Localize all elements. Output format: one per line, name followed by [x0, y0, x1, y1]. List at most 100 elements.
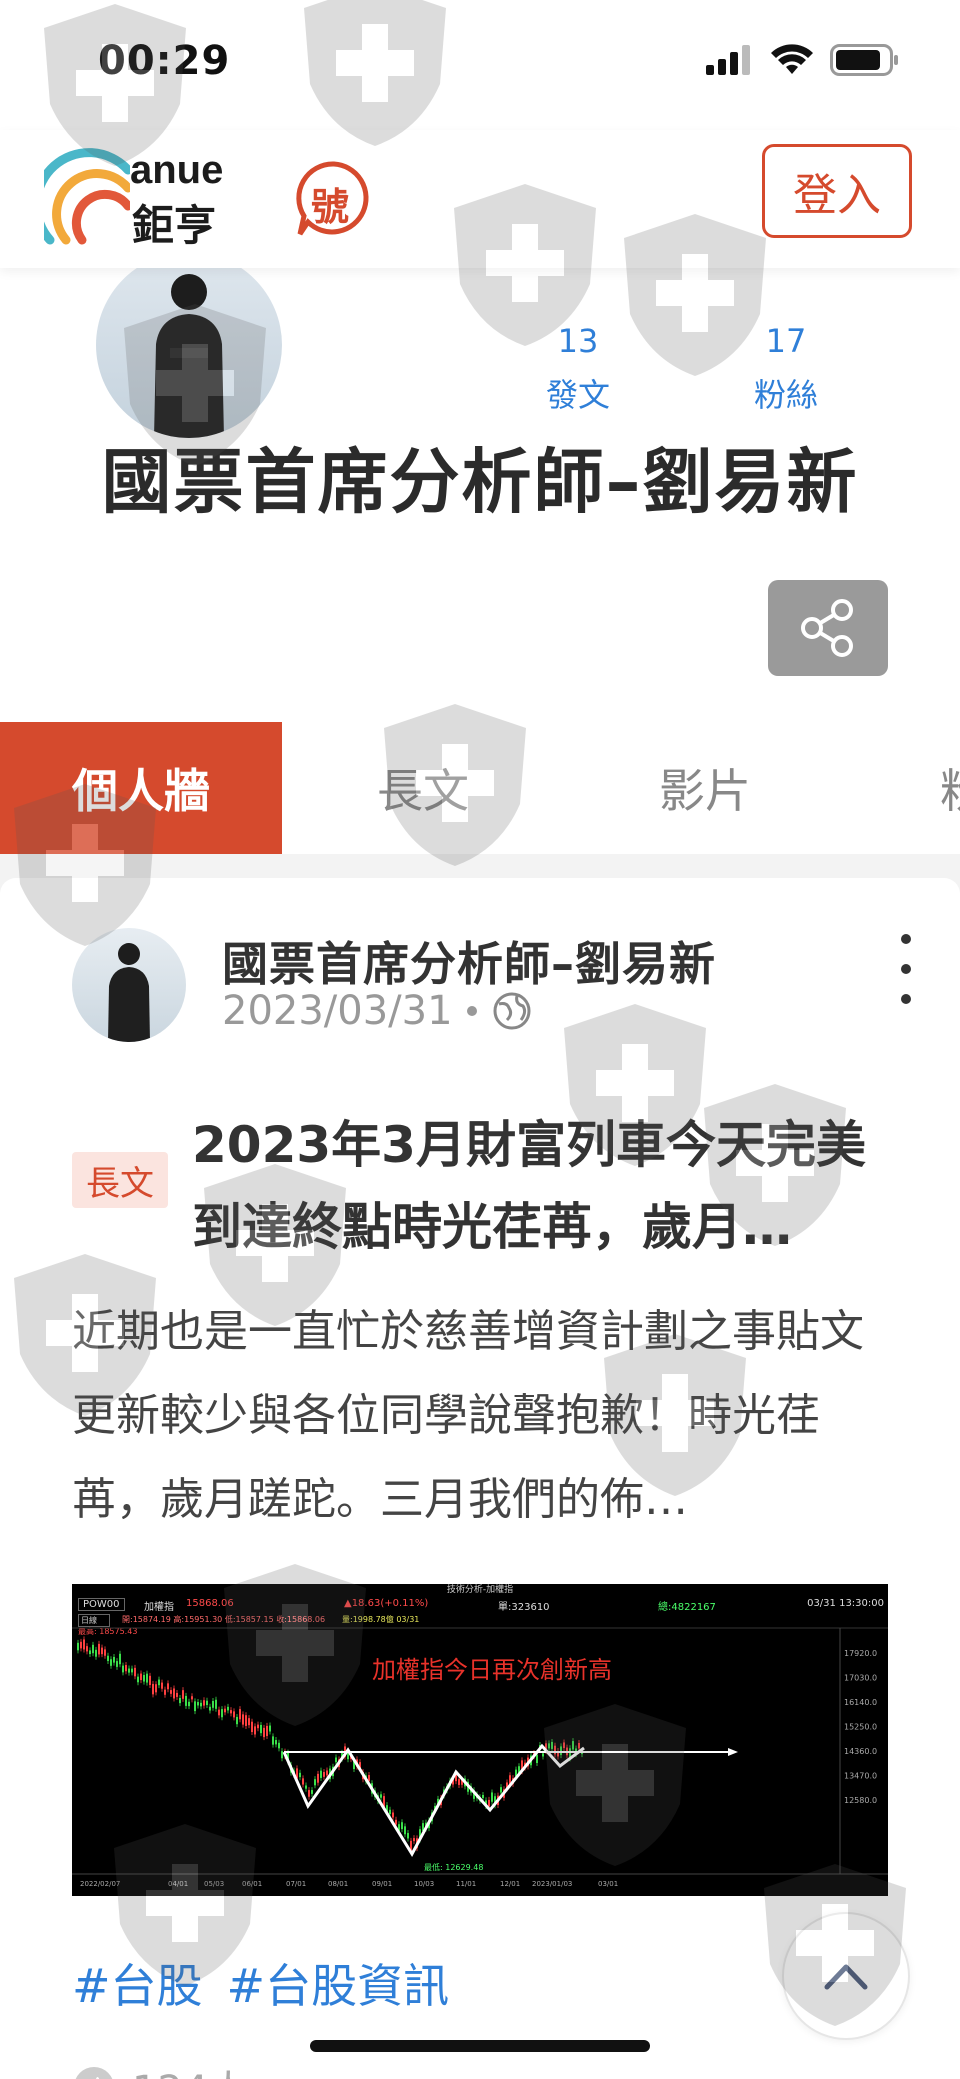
share-button[interactable]	[768, 580, 888, 676]
candle-body	[167, 1683, 169, 1690]
candle-body	[98, 1643, 100, 1655]
post-image-chart[interactable]: 技術分析-加權指 POW00 加權指 15868.06 ▲18.63(+0.11…	[72, 1584, 888, 1896]
candle-body	[395, 1819, 397, 1825]
chart-x-tick: 10/03	[414, 1880, 434, 1888]
chart-x-tick: 2022/02/07	[80, 1880, 120, 1888]
candle-body	[134, 1667, 136, 1677]
candle-body	[248, 1718, 250, 1726]
candle-body	[278, 1742, 280, 1749]
chart-x-tick: 05/03	[204, 1880, 224, 1888]
post-author-avatar[interactable]	[72, 928, 186, 1042]
candle-body	[560, 1746, 562, 1756]
chart-plot: 17920.0 17030.0 16140.0 15250.0 14360.0 13470…	[72, 1627, 888, 1888]
chart-x-tick: 08/01	[328, 1880, 348, 1888]
status-icons	[706, 44, 900, 76]
chart-x-tick: 11/01	[456, 1880, 476, 1888]
chart-x-tick: 12/01	[500, 1880, 520, 1888]
candle-body	[299, 1772, 301, 1778]
posts-stat[interactable]: 13 發文	[534, 322, 622, 416]
candle-body	[251, 1721, 253, 1733]
tab-video[interactable]: 影片	[564, 722, 846, 854]
chart-x-tick: 04/01	[168, 1880, 188, 1888]
post-title[interactable]: 2023年3月財富列車今天完美到達終點時光荏苒，歲月…	[192, 1104, 904, 1268]
candle-body	[302, 1778, 304, 1785]
candle-body	[110, 1659, 112, 1666]
profile-avatar[interactable]	[96, 252, 282, 438]
tab-long-article[interactable]: 長文	[282, 722, 564, 854]
fans-stat[interactable]: 17 粉絲	[742, 322, 830, 416]
candle-body	[224, 1708, 226, 1713]
post-author[interactable]: 國票首席分析師–劉易新	[222, 928, 716, 994]
candle-body	[548, 1743, 550, 1749]
candle-body	[152, 1683, 154, 1695]
candle-body	[170, 1690, 172, 1694]
candle-body	[260, 1724, 262, 1734]
candle-body	[227, 1706, 229, 1711]
candle-body	[209, 1706, 211, 1711]
candle-body	[80, 1641, 82, 1649]
share-icon	[801, 599, 853, 657]
candle-body	[200, 1702, 202, 1707]
candle-body	[221, 1709, 223, 1718]
candle-body	[158, 1679, 160, 1686]
candle-body	[263, 1727, 265, 1738]
candle-body	[500, 1787, 502, 1793]
post-card[interactable]: 國票首席分析師–劉易新 2023/03/31 長文 2023年3月財富列車今天完…	[0, 878, 960, 2079]
candle-body	[140, 1673, 142, 1681]
candle-body	[404, 1826, 406, 1835]
posts-label: 發文	[545, 376, 610, 414]
candle-body	[206, 1700, 208, 1706]
hashtag-link[interactable]: #台股資訊	[227, 1950, 450, 2016]
hashtag-link[interactable]: #台股	[72, 1950, 203, 2016]
candle-body	[266, 1725, 268, 1736]
candle-body	[335, 1757, 337, 1763]
chart-x-tick: 07/01	[286, 1880, 306, 1888]
tab-fans[interactable]: 粉	[846, 722, 960, 854]
candle-body	[155, 1684, 157, 1693]
candle-body	[482, 1794, 484, 1798]
candle-body	[326, 1770, 328, 1776]
status-bar: 00:29	[0, 0, 960, 130]
candle-body	[77, 1642, 79, 1651]
post-date: 2023/03/31	[222, 988, 453, 1034]
wifi-icon	[771, 44, 813, 74]
posts-count: 13	[557, 322, 599, 360]
candle-body	[143, 1675, 145, 1682]
battery-icon	[830, 44, 898, 76]
tab-wall[interactable]: 個人牆	[0, 722, 282, 854]
hao-icon[interactable]: 號	[294, 158, 374, 238]
scroll-to-top-button[interactable]	[782, 1912, 910, 2040]
candle-body	[236, 1716, 238, 1725]
candle-body	[203, 1700, 205, 1706]
chart-y-tick: 16140.0	[844, 1698, 877, 1707]
more-vertical-icon[interactable]	[894, 934, 918, 1004]
candle-body	[491, 1792, 493, 1802]
candle-body	[83, 1639, 85, 1650]
candle-body	[239, 1709, 241, 1720]
candle-body	[116, 1661, 118, 1667]
candle-body	[233, 1711, 235, 1718]
chart-low-label: 最低: 12629.48	[424, 1863, 484, 1872]
candle-body	[305, 1785, 307, 1789]
logo-rainbow-icon	[44, 148, 130, 245]
fans-count: 17	[765, 322, 807, 360]
candle-body	[254, 1726, 256, 1735]
candle-body	[113, 1656, 115, 1663]
likes-row[interactable]: 124人	[72, 2058, 248, 2079]
post-body[interactable]: 近期也是一直忙於慈善增資計劃之事貼文更新較少與各位同學說聲抱歉！時光荏苒，歲月蹉…	[72, 1290, 902, 1542]
chart-y-tick: 14360.0	[844, 1747, 877, 1756]
candle-body	[101, 1647, 103, 1655]
post-meta: 2023/03/31	[222, 988, 533, 1034]
candle-body	[308, 1790, 310, 1797]
chart-y-tick: 17920.0	[844, 1649, 877, 1658]
candle-body	[488, 1799, 490, 1807]
candle-body	[563, 1742, 565, 1749]
candle-body	[86, 1646, 88, 1652]
candle-body	[194, 1701, 196, 1712]
candle-body	[218, 1709, 220, 1716]
login-button[interactable]: 登入	[762, 144, 912, 238]
anue-logo[interactable]: anue 鉅亨	[44, 148, 254, 250]
candle-body	[413, 1838, 415, 1842]
candle-body	[275, 1740, 277, 1745]
candle-body	[92, 1644, 94, 1654]
